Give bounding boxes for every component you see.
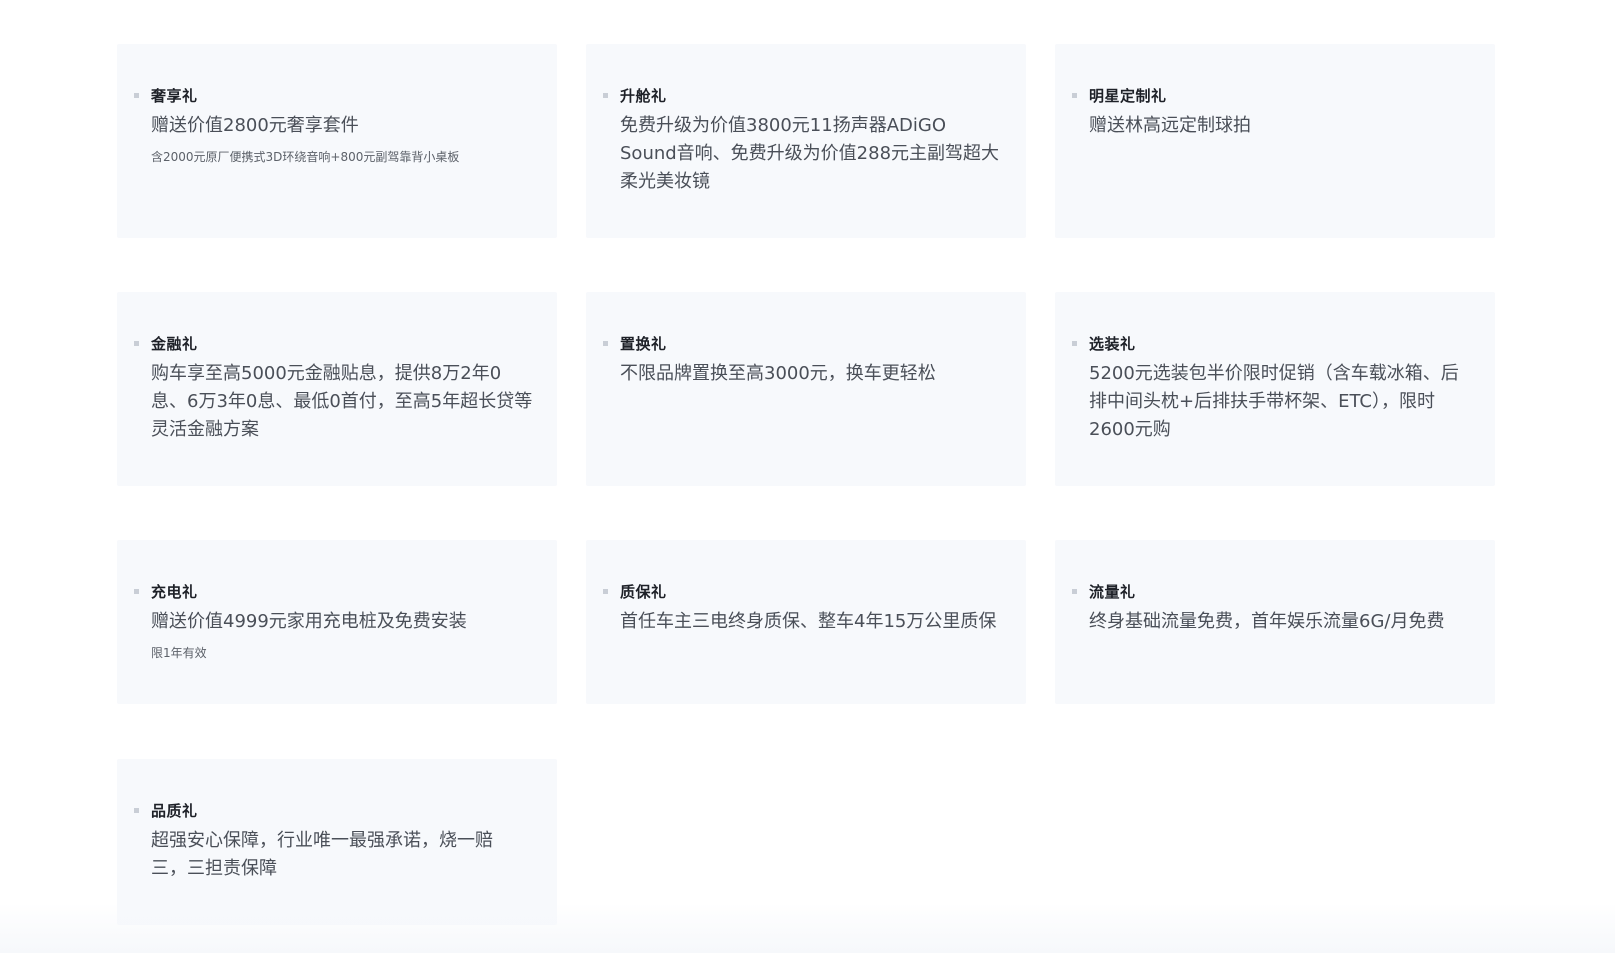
gift-card-upgrade: 升舱礼 免费升级为价值3800元11扬声器ADiGO Sound音响、免费升级为…: [586, 44, 1026, 238]
gift-card-head: 质保礼: [603, 580, 1006, 602]
gift-description: 免费升级为价值3800元11扬声器ADiGO Sound音响、免费升级为价值28…: [620, 115, 1000, 192]
gift-card-head: 明星定制礼: [1072, 84, 1475, 106]
bullet-square-icon: [134, 92, 139, 98]
gift-card-head: 充电礼: [134, 580, 537, 602]
gift-title: 升舱礼: [620, 86, 667, 105]
gift-description: 赠送价值4999元家用充电桩及免费安装: [151, 611, 467, 632]
gift-description: 赠送价值2800元奢享套件: [151, 115, 359, 136]
gift-card-head: 品质礼: [134, 799, 537, 821]
gift-note: 限1年有效: [151, 646, 207, 660]
bullet-square-icon: [603, 92, 608, 98]
gift-note: 含2000元原厂便携式3D环绕音响+800元副驾靠背小桌板: [151, 150, 460, 164]
gift-card-trade-in: 置换礼 不限品牌置换至高3000元，换车更轻松: [586, 292, 1026, 486]
gift-description: 超强安心保障，行业唯一最强承诺，烧一赔三，三担责保障: [151, 830, 493, 879]
gift-card-warranty: 质保礼 首任车主三电终身质保、整车4年15万公里质保: [586, 540, 1026, 704]
gift-card-head: 升舱礼: [603, 84, 1006, 106]
gift-title: 品质礼: [151, 801, 198, 820]
gift-title: 金融礼: [151, 334, 198, 353]
gift-card-quality: 品质礼 超强安心保障，行业唯一最强承诺，烧一赔三，三担责保障: [117, 759, 557, 925]
gift-description: 不限品牌置换至高3000元，换车更轻松: [620, 363, 936, 384]
bullet-square-icon: [134, 807, 139, 813]
gift-card-options: 选装礼 5200元选装包半价限时促销（含车载冰箱、后排中间头枕+后排扶手带杯架、…: [1055, 292, 1495, 486]
gift-description: 5200元选装包半价限时促销（含车载冰箱、后排中间头枕+后排扶手带杯架、ETC）…: [1089, 363, 1459, 440]
bullet-square-icon: [134, 340, 139, 346]
gift-card-finance: 金融礼 购车享至高5000元金融贴息，提供8万2年0息、6万3年0息、最低0首付…: [117, 292, 557, 486]
bullet-square-icon: [1072, 588, 1077, 594]
bullet-square-icon: [603, 588, 608, 594]
gift-card-head: 流量礼: [1072, 580, 1475, 602]
gift-title: 充电礼: [151, 582, 198, 601]
gift-card-head: 选装礼: [1072, 332, 1475, 354]
gift-title: 置换礼: [620, 334, 667, 353]
gift-card-luxury: 奢享礼 赠送价值2800元奢享套件 含2000元原厂便携式3D环绕音响+800元…: [117, 44, 557, 238]
gift-title: 质保礼: [620, 582, 667, 601]
gift-title: 流量礼: [1089, 582, 1136, 601]
gift-card-data: 流量礼 终身基础流量免费，首年娱乐流量6G/月免费: [1055, 540, 1495, 704]
gift-description: 赠送林高远定制球拍: [1089, 115, 1251, 136]
gift-title: 选装礼: [1089, 334, 1136, 353]
gift-description: 首任车主三电终身质保、整车4年15万公里质保: [620, 611, 997, 632]
gift-description: 终身基础流量免费，首年娱乐流量6G/月免费: [1089, 611, 1445, 632]
gift-card-star-custom: 明星定制礼 赠送林高远定制球拍: [1055, 44, 1495, 238]
bullet-square-icon: [603, 340, 608, 346]
gift-card-charging: 充电礼 赠送价值4999元家用充电桩及免费安装 限1年有效: [117, 540, 557, 704]
gift-title: 奢享礼: [151, 86, 198, 105]
gift-card-head: 奢享礼: [134, 84, 537, 106]
gift-card-head: 金融礼: [134, 332, 537, 354]
bullet-square-icon: [1072, 340, 1077, 346]
bullet-square-icon: [1072, 92, 1077, 98]
bullet-square-icon: [134, 588, 139, 594]
gift-description: 购车享至高5000元金融贴息，提供8万2年0息、6万3年0息、最低0首付，至高5…: [151, 363, 533, 440]
gift-title: 明星定制礼: [1089, 86, 1167, 105]
gift-card-head: 置换礼: [603, 332, 1006, 354]
